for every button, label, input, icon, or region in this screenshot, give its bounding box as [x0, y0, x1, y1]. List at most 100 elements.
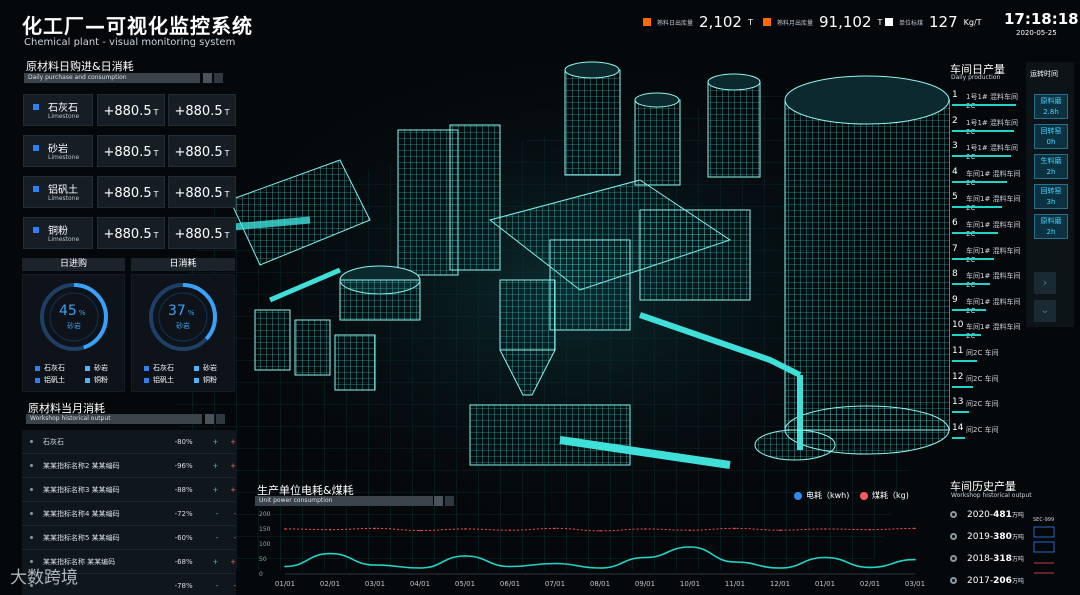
history-item[interactable]: 2019-380万吨 [950, 532, 1024, 542]
list-item[interactable]: 2 1号1# 混料车间2C [952, 114, 1024, 140]
workshop-name: 1号1# 混料车间2C [966, 144, 1018, 162]
history-unit: 万吨 [1011, 556, 1024, 563]
table-row[interactable]: 某某指标名称2 某某编码 -96% + + [22, 454, 236, 478]
list-item[interactable]: 14 间2C 车间 [952, 421, 1024, 447]
legend-item: 煤耗（kg) [860, 490, 909, 501]
history-year: 2019 [967, 532, 990, 542]
list-item[interactable]: 12 间2C 车间 [952, 370, 1024, 396]
list-item[interactable]: 10 车间1# 混料车间2C [952, 318, 1024, 344]
material-value: +880.5 [103, 145, 152, 160]
output-bar [952, 385, 973, 388]
section-toggle-button[interactable] [205, 414, 214, 424]
stat-label: 熟料日出库量 [657, 19, 694, 27]
output-bar [952, 206, 1002, 209]
ring-icon [950, 555, 957, 562]
history-year: 2020 [967, 510, 990, 520]
list-item[interactable]: 8 车间1# 混料车间2C [952, 267, 1024, 293]
section-toggle-button[interactable] [434, 496, 443, 506]
x-tick-label: 01/01 [815, 580, 835, 588]
output-bar [952, 232, 998, 234]
list-item[interactable]: 11 间2C 车间 [952, 344, 1024, 370]
workshop-name: 间2C 车间 [966, 374, 999, 383]
list-item[interactable]: 9 车间1# 混料车间2C [952, 293, 1024, 319]
rank-number: 2 [952, 115, 958, 126]
list-item[interactable]: 7 车间1# 混料车间2C [952, 242, 1024, 268]
material-name: 铜粉 [48, 226, 68, 237]
series-point-0 [419, 567, 421, 569]
shift-button[interactable]: 回转窑 3h [1034, 184, 1068, 209]
row-percent: -80% [174, 437, 193, 446]
workshop-name: 车间1# 混料车间2C [966, 195, 1021, 213]
mini-label: SEC-999 [1033, 517, 1055, 523]
legend-item: 铝矾土 [35, 375, 65, 385]
consumption-line-chart: 0 50 100 150 200 01/01 02/01 03/01 04/01 05/01 06/… [259, 511, 925, 588]
monthly-subtitle: Workshop historical output [26, 414, 202, 424]
history-year: 2018 [967, 554, 990, 564]
x-tick-label: 04/01 [410, 580, 430, 588]
history-item[interactable]: 2020-481万吨 [950, 510, 1024, 520]
bullet-icon [30, 512, 33, 515]
section-toggle-button[interactable] [214, 73, 223, 83]
series-point-0 [599, 567, 601, 569]
shift-button[interactable]: 原料磨 2.8h [1034, 94, 1068, 119]
material-value-box: +880.5 T [97, 217, 165, 249]
blue-square-icon [33, 145, 39, 151]
rank-number: 11 [952, 346, 964, 356]
bullet-icon [30, 536, 33, 539]
list-item[interactable]: 3 1号1# 混料车间2C [952, 139, 1024, 165]
chevron-down-icon[interactable]: ⌄ [1034, 300, 1056, 322]
list-item[interactable]: 13 间2C 车间 [952, 395, 1024, 421]
row-indicator-b: - [233, 509, 236, 518]
history-item[interactable]: 2017-206万吨 [950, 576, 1024, 586]
material-value: +880.5 [103, 186, 152, 201]
table-row[interactable]: 某某指标名称5 某某编码 -60% - - [22, 526, 236, 550]
series-point-0 [329, 552, 331, 555]
series-point-1 [599, 530, 601, 532]
series-point-1 [374, 527, 376, 530]
shift-title: 运转时间 [1030, 70, 1058, 78]
series-point-0 [689, 546, 691, 548]
series-point-1 [464, 528, 466, 530]
list-item[interactable]: 5 车间1# 混料车间2C [952, 190, 1024, 216]
history-item[interactable]: 2018-318万吨 [950, 554, 1024, 564]
section-toggle-button[interactable] [203, 73, 212, 83]
row-indicator-a: - [215, 509, 219, 518]
material-name-box: 铜粉 Limestone [23, 217, 93, 249]
shift-value: 2.8h [1043, 108, 1059, 116]
x-tick-label: 01/01 [275, 580, 295, 588]
x-tick-label: 12/01 [770, 580, 790, 588]
output-bar [952, 155, 1011, 158]
x-tick-label: 06/01 [500, 580, 520, 588]
section-toggle-button[interactable] [445, 496, 454, 506]
shift-button[interactable]: 回转窑 0h [1034, 124, 1068, 149]
row-indicator-b: + [230, 485, 236, 494]
list-item[interactable]: 6 车间1# 混料车间2C [952, 216, 1024, 242]
material-value: +880.5 [103, 104, 152, 119]
bullet-icon [30, 440, 33, 443]
stat-unit: T [877, 17, 883, 27]
section-toggle-button[interactable] [216, 414, 225, 424]
table-row[interactable]: 石灰石 -80% + + [22, 430, 236, 454]
series-point-0 [374, 564, 376, 566]
material-name-box: 砂岩 Limestone [23, 135, 93, 167]
list-item[interactable]: 4 车间1# 混料车间2C [952, 165, 1024, 191]
list-item[interactable]: 1 1号1# 混料车间2C [952, 88, 1024, 114]
shift-button[interactable]: 原料磨 2h [1034, 214, 1068, 239]
raw-daily-title: 原材料日购进&日消耗 [26, 60, 134, 73]
material-name: 砂岩 [48, 144, 68, 155]
legend-item: 砂岩 [85, 363, 108, 373]
workshop-name: 间2C 车间 [966, 400, 999, 409]
blue-square-icon [33, 104, 39, 110]
chevron-right-icon[interactable]: › [1034, 272, 1056, 294]
shift-button[interactable]: 生料磨 2h [1034, 154, 1068, 179]
series-point-0 [509, 565, 511, 568]
x-tick-label: 07/01 [545, 580, 565, 588]
row-name: 某某指标名称5 某某编码 [42, 533, 120, 542]
table-row[interactable]: 某某指标名称3 某某编码 -88% + + [22, 478, 236, 502]
ring-icon [950, 577, 957, 584]
series-point-1 [689, 529, 691, 531]
table-row[interactable]: 某某指标名称4 某某编码 -72% - - [22, 502, 236, 526]
material-value: +880.5 [174, 186, 223, 201]
rank-number: 3 [952, 141, 958, 152]
material-value-box: +880.5 T [168, 176, 236, 208]
